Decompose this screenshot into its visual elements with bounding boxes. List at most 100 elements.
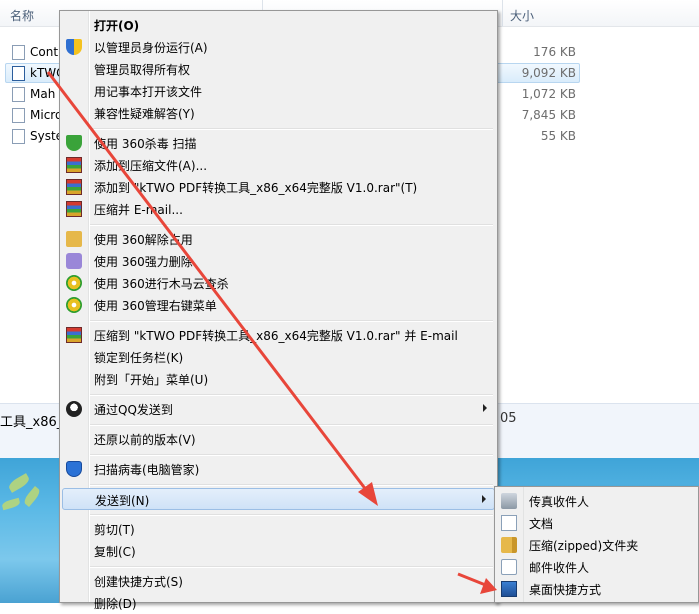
column-header-name[interactable]: 名称 — [10, 7, 34, 24]
file-size: 176 KB — [533, 45, 576, 59]
file-icon — [12, 108, 25, 123]
menu-item-add-to-rar[interactable]: 添加到 "kTWO PDF转换工具_x86_x64完整版 V1.0.rar"(T… — [62, 176, 495, 198]
360-delete-icon — [66, 253, 82, 269]
qq-icon — [66, 401, 82, 417]
menu-item-label: 使用 360解除占用 — [94, 233, 193, 247]
menu-item-label: 邮件收件人 — [529, 561, 590, 575]
winrar-icon — [66, 327, 82, 343]
send-to-zipped-folder[interactable]: 压缩(zipped)文件夹 — [497, 534, 697, 556]
send-to-documents[interactable]: 文档 — [497, 512, 697, 534]
menu-item-pin-start[interactable]: 附到「开始」菜单(U) — [62, 368, 495, 390]
menu-item-label: 通过QQ发送到 — [94, 403, 173, 417]
winrar-icon — [66, 179, 82, 195]
360-menu-icon — [66, 297, 82, 313]
menu-item-label: 使用 360管理右键菜单 — [94, 299, 217, 313]
360-trojan-icon — [66, 275, 82, 291]
menu-separator — [90, 454, 493, 456]
winrar-icon — [66, 157, 82, 173]
file-size: 7,845 KB — [521, 108, 576, 122]
360-antivirus-icon — [66, 135, 82, 151]
menu-item-take-ownership[interactable]: 管理员取得所有权 — [62, 58, 495, 80]
menu-item-360-unlock[interactable]: 使用 360解除占用 — [62, 228, 495, 250]
menu-item-label: 文档 — [529, 517, 554, 531]
menu-item-label: 剪切(T) — [94, 523, 135, 537]
menu-item-send-via-qq[interactable]: 通过QQ发送到 — [62, 398, 495, 420]
file-icon — [12, 129, 25, 144]
menu-item-open[interactable]: 打开(O) — [62, 14, 495, 36]
menu-item-label: 压缩(zipped)文件夹 — [529, 539, 639, 553]
context-menu: 打开(O) 以管理员身份运行(A) 管理员取得所有权 用记事本打开该文件 兼容性… — [59, 10, 498, 611]
menu-item-delete[interactable]: 删除(D) — [62, 592, 495, 614]
menu-item-label: 桌面快捷方式 — [529, 583, 602, 597]
document-icon — [501, 515, 517, 531]
menu-item-360-force-delete[interactable]: 使用 360强力删除 — [62, 250, 495, 272]
menu-item-add-to-archive[interactable]: 添加到压缩文件(A)... — [62, 154, 495, 176]
file-size: 9,092 KB — [521, 66, 576, 80]
menu-item-label: 锁定到任务栏(K) — [94, 351, 184, 365]
file-icon — [12, 87, 25, 102]
menu-item-label: 使用 360进行木马云查杀 — [94, 277, 229, 291]
file-size: 1,072 KB — [521, 87, 576, 101]
send-to-fax-recipient[interactable]: 传真收件人 — [497, 490, 697, 512]
column-header-size[interactable]: 大小 — [510, 7, 534, 24]
details-filename: 工具_x86_ — [0, 415, 64, 430]
menu-item-create-shortcut[interactable]: 创建快捷方式(S) — [62, 570, 495, 592]
mail-icon — [501, 559, 517, 575]
menu-separator — [90, 320, 493, 322]
menu-item-label: 兼容性疑难解答(Y) — [94, 107, 195, 121]
app-icon — [12, 66, 25, 81]
wallpaper-leaf — [6, 473, 32, 493]
menu-item-cut[interactable]: 剪切(T) — [62, 518, 495, 540]
menu-separator — [90, 394, 493, 396]
winrar-icon — [66, 201, 82, 217]
menu-item-360-manage-menu[interactable]: 使用 360管理右键菜单 — [62, 294, 495, 316]
file-name: Mah — [30, 87, 56, 101]
menu-separator — [90, 566, 493, 568]
submenu-arrow-icon — [483, 404, 487, 412]
menu-item-label: 删除(D) — [94, 597, 137, 611]
menu-item-label: 复制(C) — [94, 545, 136, 559]
menu-separator — [90, 424, 493, 426]
menu-item-compress-email[interactable]: 压缩并 E-mail... — [62, 198, 495, 220]
menu-item-label: 用记事本打开该文件 — [94, 85, 203, 99]
menu-item-label: 压缩到 "kTWO PDF转换工具_x86_x64完整版 V1.0.rar" 并… — [94, 329, 458, 343]
menu-item-pin-taskbar[interactable]: 锁定到任务栏(K) — [62, 346, 495, 368]
menu-item-label: 添加到压缩文件(A)... — [94, 159, 208, 173]
menu-item-label: 管理员取得所有权 — [94, 63, 191, 77]
menu-item-label: 扫描病毒(电脑管家) — [94, 463, 200, 477]
file-size: 55 KB — [540, 129, 576, 143]
send-to-mail-recipient[interactable]: 邮件收件人 — [497, 556, 697, 578]
menu-item-label: 还原以前的版本(V) — [94, 433, 196, 447]
menu-separator — [90, 514, 493, 516]
menu-item-label: 传真收件人 — [529, 495, 590, 509]
menu-item-send-to[interactable]: 发送到(N) — [62, 488, 495, 510]
menu-item-open-notepad[interactable]: 用记事本打开该文件 — [62, 80, 495, 102]
menu-item-label: 附到「开始」菜单(U) — [94, 373, 209, 387]
menu-item-compress-rar-email[interactable]: 压缩到 "kTWO PDF转换工具_x86_x64完整版 V1.0.rar" 并… — [62, 324, 495, 346]
file-icon — [12, 45, 25, 60]
uac-shield-icon — [66, 39, 82, 55]
menu-item-restore-previous[interactable]: 还原以前的版本(V) — [62, 428, 495, 450]
menu-item-label: 使用 360强力删除 — [94, 255, 193, 269]
send-to-desktop-shortcut[interactable]: 桌面快捷方式 — [497, 578, 697, 600]
column-separator[interactable] — [502, 0, 503, 26]
submenu-arrow-icon — [482, 495, 486, 503]
menu-item-label: 使用 360杀毒 扫描 — [94, 137, 197, 151]
menu-item-virus-scan-pc-manager[interactable]: 扫描病毒(电脑管家) — [62, 458, 495, 480]
menu-item-run-as-admin[interactable]: 以管理员身份运行(A) — [62, 36, 495, 58]
menu-item-label: 创建快捷方式(S) — [94, 575, 183, 589]
menu-item-label: 添加到 "kTWO PDF转换工具_x86_x64完整版 V1.0.rar"(T… — [94, 181, 418, 195]
zip-folder-icon — [501, 537, 517, 553]
menu-item-360-trojan-scan[interactable]: 使用 360进行木马云查杀 — [62, 272, 495, 294]
menu-item-label: 打开(O) — [94, 19, 140, 33]
menu-item-troubleshoot-compat[interactable]: 兼容性疑难解答(Y) — [62, 102, 495, 124]
file-name: Cont — [30, 45, 59, 59]
menu-item-copy[interactable]: 复制(C) — [62, 540, 495, 562]
fax-icon — [501, 493, 517, 509]
wallpaper-leaf — [22, 485, 42, 508]
wallpaper-leaf — [1, 497, 21, 511]
360-unlock-icon — [66, 231, 82, 247]
menu-separator — [90, 224, 493, 226]
menu-separator — [90, 128, 493, 130]
menu-item-360-scan[interactable]: 使用 360杀毒 扫描 — [62, 132, 495, 154]
